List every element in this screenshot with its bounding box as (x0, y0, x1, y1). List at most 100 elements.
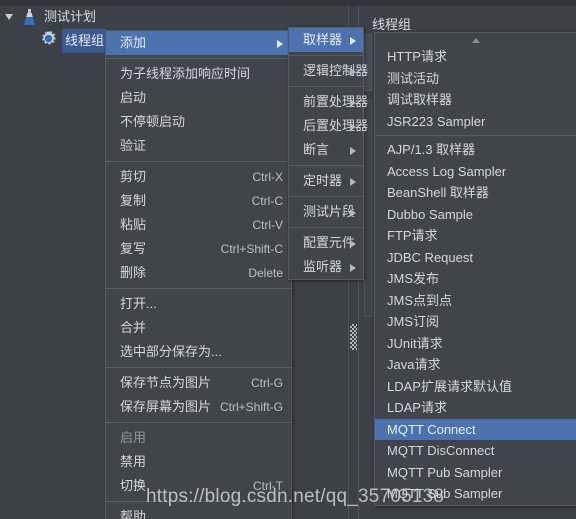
context-menu-item[interactable]: 打开... (106, 292, 291, 316)
menu-item-label: 调试取样器 (387, 92, 453, 107)
menu-separator (375, 135, 576, 136)
menu-item-label: Access Log Sampler (387, 163, 507, 179)
menu-item-label: FTP请求 (387, 228, 438, 243)
add-submenu[interactable]: 取样器逻辑控制器前置处理器后置处理器断言定时器测试片段配置元件 监听器 (288, 27, 368, 280)
context-menu-item[interactable]: 启用 (106, 426, 291, 450)
menu-item-label: 打开... (120, 296, 157, 311)
menu-separator (106, 367, 291, 368)
submenu-arrow-icon (350, 37, 356, 45)
add-submenu-item[interactable]: 逻辑控制器 (289, 59, 368, 83)
context-menu-item[interactable]: 剪切 Ctrl-X (106, 165, 291, 189)
context-menu-item[interactable]: 禁用 (106, 450, 291, 474)
context-menu-item[interactable]: 保存节点为图片 Ctrl-G (106, 371, 291, 395)
menu-item-shortcut: Ctrl-G (251, 376, 283, 390)
tree-item-test-plan[interactable]: 测试计划 (0, 6, 345, 28)
context-menu-item[interactable]: 添加 (106, 31, 291, 55)
context-menu-item[interactable]: 为子线程添加响应时间 (106, 62, 291, 86)
menu-item-label: Java请求 (387, 357, 441, 372)
menu-item-label: 选中部分保存为... (120, 344, 222, 359)
sampler-submenu-item[interactable]: MQTT Connect (375, 418, 576, 440)
menu-item-label: JMS发布 (387, 271, 440, 286)
submenu-arrow-icon (350, 264, 356, 272)
add-submenu-item[interactable]: 前置处理器 (289, 90, 368, 114)
submenu-arrow-icon (277, 40, 283, 48)
sampler-submenu-item[interactable]: JSR223 Sampler (375, 111, 576, 133)
add-submenu-item[interactable]: 后置处理器 (289, 114, 368, 138)
context-menu[interactable]: 添加为子线程添加响应时间启动不停顿启动验证剪切 Ctrl-X 复制 Ctrl-C 粘贴 C… (105, 30, 292, 519)
menu-separator (289, 165, 363, 166)
splitter-grip-icon[interactable] (350, 324, 357, 350)
sampler-submenu-item[interactable]: 测试活动 (375, 68, 576, 90)
add-submenu-item[interactable]: 断言 (289, 138, 363, 162)
context-menu-item[interactable]: 启动 (106, 86, 291, 110)
context-menu-item[interactable]: 粘贴 Ctrl-V (106, 213, 291, 237)
menu-item-label: 不停顿启动 (120, 114, 186, 129)
sampler-submenu-item[interactable]: JMS点到点 (375, 290, 576, 312)
add-submenu-item[interactable]: 配置元件 (289, 231, 363, 255)
sampler-submenu-item[interactable]: JMS发布 (375, 268, 576, 290)
menu-item-label: BeanShell 取样器 (387, 185, 489, 200)
menu-item-label: LDAP扩展请求默认值 (387, 378, 512, 394)
context-menu-item[interactable]: 保存屏幕为图片 Ctrl+Shift-G (106, 395, 291, 419)
menu-item-label: 复制 (120, 193, 147, 208)
sampler-submenu[interactable]: HTTP请求测试活动调试取样器 JSR223 Sampler AJP/1.3 取样器… (374, 32, 576, 506)
sampler-submenu-item[interactable]: FTP请求 (375, 225, 576, 247)
sampler-submenu-item[interactable]: JMS订阅 (375, 311, 576, 333)
menu-item-label: 删除 (120, 265, 147, 280)
menu-item-shortcut: Ctrl-C (251, 194, 283, 208)
scroll-up-triangle-icon[interactable] (375, 33, 576, 46)
tree-item-thread-group-label: 线程组 (62, 29, 108, 53)
submenu-arrow-icon (350, 147, 356, 155)
app-window: 测试计划 线程组 线程组 添加 为子线程添加响应时间 启动 不停顿启动 验证 剪切 Ctrl… (0, 0, 576, 519)
menu-item-label: 后置处理器 (303, 118, 369, 133)
menu-item-label: 定时器 (303, 173, 343, 188)
sampler-submenu-item[interactable]: Java请求 (375, 354, 576, 376)
sampler-submenu-item[interactable]: LDAP请求 (375, 397, 576, 419)
menu-item-label: JMS订阅 (387, 314, 440, 329)
context-menu-item[interactable]: 复制 Ctrl-C (106, 189, 291, 213)
sampler-submenu-item[interactable]: JDBC Request (375, 247, 576, 269)
sampler-submenu-item[interactable]: MQTT Pub Sampler (375, 462, 576, 484)
menu-separator (106, 161, 291, 162)
context-menu-item[interactable]: 合并 (106, 316, 291, 340)
menu-item-shortcut: Ctrl-X (252, 170, 283, 184)
sampler-submenu-item[interactable]: JUnit请求 (375, 333, 576, 355)
menu-item-label: 取样器 (303, 32, 343, 47)
menu-item-label: JDBC Request (387, 249, 473, 265)
context-menu-item[interactable]: 删除 Delete (106, 261, 291, 285)
menu-item-label: JSR223 Sampler (387, 113, 486, 129)
sampler-submenu-item[interactable]: HTTP请求 (375, 46, 576, 68)
sampler-submenu-item[interactable]: BeanShell 取样器 (375, 182, 576, 204)
add-submenu-item[interactable]: 测试片段 (289, 200, 363, 224)
sampler-submenu-item[interactable]: Dubbo Sample (375, 204, 576, 226)
context-menu-item[interactable]: 复写 Ctrl+Shift-C (106, 237, 291, 261)
context-menu-item[interactable]: 不停顿启动 (106, 110, 291, 134)
menu-item-label: 添加 (120, 35, 147, 50)
add-submenu-item[interactable]: 取样器 (289, 28, 363, 52)
menu-item-label: 测试片段 (303, 204, 356, 219)
menu-item-label: 合并 (120, 320, 147, 335)
menu-item-label: 保存节点为图片 (120, 375, 212, 390)
context-menu-item[interactable]: 验证 (106, 134, 291, 158)
submenu-arrow-icon (350, 123, 356, 131)
sampler-submenu-item[interactable]: MQTT DisConnect (375, 440, 576, 462)
menu-item-label: 帮助 (120, 509, 147, 519)
context-menu-item[interactable]: 选中部分保存为... (106, 340, 291, 364)
menu-separator (106, 58, 291, 59)
menu-item-label: 为子线程添加响应时间 (120, 66, 251, 81)
menu-item-label: 复写 (120, 241, 147, 256)
sampler-submenu-item[interactable]: Access Log Sampler (375, 161, 576, 183)
add-submenu-item[interactable]: 监听器 (289, 255, 363, 279)
menu-item-label: 验证 (120, 138, 147, 153)
menu-item-label: 断言 (303, 142, 330, 157)
expand-triangle-icon[interactable] (5, 14, 13, 20)
add-submenu-item[interactable]: 定时器 (289, 169, 363, 193)
submenu-arrow-icon (350, 209, 356, 217)
menu-item-label: 测试活动 (387, 70, 440, 86)
sampler-submenu-item[interactable]: AJP/1.3 取样器 (375, 139, 576, 161)
submenu-arrow-icon (350, 178, 356, 186)
test-plan-icon (22, 9, 37, 25)
submenu-arrow-icon (350, 99, 356, 107)
sampler-submenu-item[interactable]: LDAP扩展请求默认值 (375, 376, 576, 398)
sampler-submenu-item[interactable]: 调试取样器 (375, 89, 576, 111)
